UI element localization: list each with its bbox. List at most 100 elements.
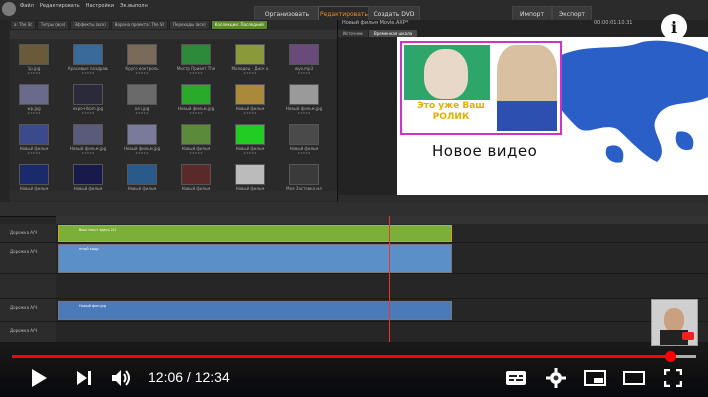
video-clip[interactable]: нный кадр xyxy=(58,244,452,273)
thumbnail-image xyxy=(289,164,319,185)
library-thumbnail[interactable]: expo+lkom.jpg ★★★★★ xyxy=(68,82,108,116)
thumbnail-image xyxy=(181,164,211,185)
timeline-panel: Дорожка А/Ч Ваш текст здесь 2/1 Дорожка … xyxy=(0,202,708,343)
next-button[interactable] xyxy=(71,365,97,391)
library-thumbnail[interactable]: Новый фильм.jpg ★★★★★ xyxy=(176,82,216,116)
volume-icon xyxy=(112,370,130,386)
rating-stars-icon: ★★★★★ xyxy=(189,71,203,75)
thumbnail-image xyxy=(289,124,319,145)
channel-avatar[interactable] xyxy=(651,299,698,346)
thumbnail-image xyxy=(73,164,103,185)
thumbnail-image xyxy=(19,124,49,145)
miniplayer-button[interactable] xyxy=(582,365,608,391)
track-header[interactable]: Дорожка А/Ч xyxy=(0,243,56,274)
menu-settings[interactable]: Настройки xyxy=(86,3,114,9)
rating-stars-icon: ★★★★★ xyxy=(189,151,203,155)
timeline-toolbar xyxy=(0,202,708,217)
library-tab[interactable]: а: The St xyxy=(10,20,36,30)
library-sidebar[interactable] xyxy=(0,20,9,202)
preview-tabs: Источник Временная шкала xyxy=(338,30,418,37)
library-tab[interactable]: Эффекты (все) xyxy=(70,20,110,30)
track-row: Новый фон.jpg xyxy=(56,299,708,322)
library-thumbnail[interactable]: wyo.mp3 ★★★★★ xyxy=(284,42,324,76)
preview-ruler[interactable] xyxy=(338,195,708,202)
play-icon xyxy=(32,369,47,387)
person-face xyxy=(664,308,684,332)
library-thumbnail[interactable]: Новый фильм.jpg ★★★★★ xyxy=(284,82,324,116)
thumbnail-image xyxy=(127,44,157,65)
rating-stars-icon: ★★★★★ xyxy=(297,151,311,155)
library-thumbnail[interactable]: 1p.jpg ★★★★★ xyxy=(14,42,54,76)
thumbnail-image xyxy=(19,84,49,105)
background-clip[interactable]: Новый фон.jpg xyxy=(58,301,452,320)
thumbnail-image xyxy=(73,44,103,65)
gear-icon xyxy=(546,368,566,388)
rating-stars-icon: ★★★★★ xyxy=(27,151,41,155)
youtube-logo-icon xyxy=(682,332,694,340)
volume-button[interactable] xyxy=(109,365,135,391)
thumbnail-image xyxy=(73,124,103,145)
track-header[interactable]: Дорожка А/Ч xyxy=(0,299,56,322)
library-bottom-bar xyxy=(10,191,337,201)
settings-button[interactable] xyxy=(543,365,569,391)
track-header[interactable] xyxy=(0,274,56,299)
library-thumbnail[interactable]: Новый фильм.jpg ★★★★★ xyxy=(122,122,162,156)
menu-file[interactable]: Файл xyxy=(20,3,34,9)
title-clip[interactable]: Ваш текст здесь 2/1 xyxy=(58,225,452,242)
track-row xyxy=(56,322,708,343)
menu-run[interactable]: Эк.выполн xyxy=(120,3,148,9)
thumbnail-image xyxy=(127,164,157,185)
thumbnail-image xyxy=(127,84,157,105)
library-tab[interactable]: Титры (все) xyxy=(36,20,70,30)
library-thumbnail[interactable]: Новый фильм.jpg ★★★★★ xyxy=(68,122,108,156)
library-tab-active[interactable]: Коллекции: Последний xyxy=(210,20,268,30)
thumbnail-grid: 1p.jpg ★★★★★ Красивые поздравл ★★★★★ Круго к… xyxy=(14,42,334,202)
rating-stars-icon: ★★★★★ xyxy=(243,111,257,115)
rating-stars-icon: ★★★★★ xyxy=(135,71,149,75)
theater-mode-button[interactable] xyxy=(621,365,647,391)
timeline-playhead[interactable] xyxy=(389,216,390,342)
library-thumbnail[interactable]: Новый фильм★★★★★ xyxy=(176,122,216,156)
play-button[interactable] xyxy=(26,365,52,391)
thumbnail-image xyxy=(289,84,319,105)
rating-stars-icon: ★★★★★ xyxy=(81,71,95,75)
tab-timeline[interactable]: Временная шкала xyxy=(368,30,418,37)
rating-stars-icon: ★★★★★ xyxy=(81,151,95,155)
rating-stars-icon: ★★★★★ xyxy=(189,111,203,115)
library-thumbnail[interactable]: Новый фильм★★★★★ xyxy=(14,122,54,156)
timeline-ruler[interactable] xyxy=(56,216,708,224)
video-preview[interactable]: Это уже Ваш РОЛИК Новое видео xyxy=(397,37,708,195)
timecode: 00:00:01:10.31 xyxy=(594,20,633,26)
tab-source[interactable]: Источник xyxy=(338,30,368,37)
person-suit xyxy=(497,101,557,131)
library-thumbnail[interactable]: Новый фильм★★★★★ xyxy=(230,82,270,116)
miniplayer-icon xyxy=(584,370,606,386)
thumbnail-image xyxy=(181,84,211,105)
track-header[interactable]: Дорожка А/Ч xyxy=(0,322,56,343)
thumbnail-image xyxy=(19,44,49,65)
track-header[interactable]: Дорожка А/Ч xyxy=(0,224,56,243)
library-thumbnail[interactable]: Новый фильм★★★★★ xyxy=(230,122,270,156)
library-thumbnail[interactable]: Новый фильм★★★★★ xyxy=(284,122,324,156)
library-thumbnail[interactable]: osn.jpg ★★★★★ xyxy=(122,82,162,116)
progress-played[interactable] xyxy=(12,355,671,358)
library-thumbnail[interactable]: Молодец - Диск о ★★★★★ xyxy=(230,42,270,76)
library-tab[interactable]: Переходы (все) xyxy=(169,20,210,30)
library-thumbnail[interactable]: wp.jpg ★★★★★ xyxy=(14,82,54,116)
thumbnail-image xyxy=(19,164,49,185)
thumbnail-image xyxy=(235,44,265,65)
info-button[interactable]: i xyxy=(661,14,687,40)
library-thumbnail[interactable]: Красивые поздравл ★★★★★ xyxy=(68,42,108,76)
library-thumbnail[interactable]: Круго контроль ★★★★★ xyxy=(122,42,162,76)
library-tab[interactable]: Ворона проекта: The St xyxy=(110,20,169,30)
thumbnail-image xyxy=(235,84,265,105)
thumbnail-image xyxy=(73,84,103,105)
subtitles-button[interactable] xyxy=(503,365,529,391)
thumbnail-image xyxy=(181,124,211,145)
library-thumbnail[interactable]: Мистр Привет The ★★★★★ xyxy=(176,42,216,76)
cartoon-face-image xyxy=(424,49,468,99)
menu-edit[interactable]: Редактировать xyxy=(40,3,80,9)
fullscreen-button[interactable] xyxy=(660,365,686,391)
rating-stars-icon: ★★★★★ xyxy=(81,111,95,115)
track-row xyxy=(56,274,708,299)
